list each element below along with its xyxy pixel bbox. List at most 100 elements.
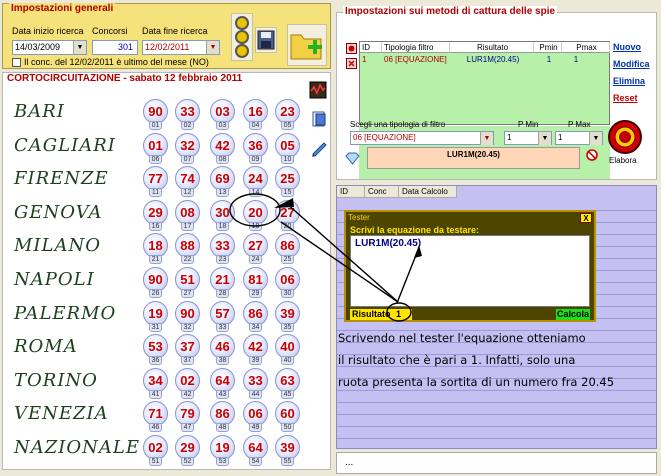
number-ball[interactable]: 60 50 [275, 401, 300, 433]
number-ball[interactable]: 02 51 [143, 435, 168, 466]
delete-row-icon[interactable] [346, 58, 357, 69]
number-ball[interactable]: 64 54 [243, 435, 268, 466]
pencil-icon[interactable] [310, 139, 328, 157]
number-ball[interactable]: 90 26 [143, 267, 168, 298]
ball-position: 26 [149, 289, 162, 298]
last-of-month-checkbox[interactable] [12, 58, 21, 67]
no-entry-icon[interactable] [586, 149, 598, 161]
start-date-field[interactable]: 14/03/2009 ▼ [12, 40, 87, 55]
col-pmin[interactable]: Pmin [534, 42, 562, 53]
delete-link[interactable]: Elimina [613, 76, 645, 86]
reset-link[interactable]: Reset [613, 93, 638, 103]
number-ball[interactable]: 39 55 [275, 435, 300, 466]
col-list-date[interactable]: Data Calcolo [399, 186, 457, 198]
chevron-down-icon[interactable]: ▼ [73, 41, 86, 54]
number-ball[interactable]: 69 13 [210, 166, 235, 198]
col-type[interactable]: Tipologia filtro [382, 42, 450, 53]
col-id[interactable]: ID [360, 42, 382, 53]
number-ball[interactable]: 02 42 [175, 367, 200, 399]
number-ball[interactable]: 86 34 [243, 300, 268, 332]
save-button[interactable] [255, 27, 277, 53]
chevron-down-icon[interactable]: ▼ [538, 132, 551, 145]
number-ball[interactable]: 27 20 [275, 199, 300, 231]
number-ball[interactable]: 88 22 [175, 233, 200, 265]
record-icon[interactable] [346, 43, 357, 54]
ball-position: 39 [249, 356, 262, 366]
close-button[interactable]: X [580, 213, 592, 223]
chevron-down-icon[interactable]: ▼ [206, 41, 219, 54]
process-button[interactable]: Elabora [606, 119, 644, 165]
number-ball[interactable]: 51 27 [175, 267, 200, 298]
ball-position: 27 [181, 289, 194, 298]
chart-icon[interactable] [309, 81, 327, 99]
number-ball[interactable]: 06 49 [243, 401, 268, 433]
number-ball[interactable]: 90 32 [175, 300, 200, 332]
number-ball[interactable]: 42 39 [243, 334, 268, 366]
col-pmax[interactable]: Pmax [562, 42, 610, 53]
filter-select[interactable]: 06 [EQUAZIONE] ▼ [350, 131, 494, 145]
number-ball[interactable]: 86 25 [275, 233, 300, 265]
number-ball[interactable]: 36 09 [243, 132, 268, 164]
number-ball[interactable]: 24 14 [243, 166, 268, 198]
ball-position: 28 [216, 289, 229, 298]
number-ball[interactable]: 90 01 [143, 99, 168, 130]
number-ball[interactable]: 33 44 [243, 367, 268, 399]
number-ball[interactable]: 53 36 [143, 334, 168, 366]
number-ball[interactable]: 30 18 [210, 199, 235, 231]
number-ball[interactable]: 19 53 [210, 435, 235, 466]
methods-table[interactable]: ID Tipologia filtro Risultato Pmin Pmax … [359, 41, 610, 125]
number-ball[interactable]: 34 41 [143, 367, 168, 399]
number-ball[interactable]: 57 33 [210, 300, 235, 332]
number-ball[interactable]: 29 16 [143, 199, 168, 231]
tester-dialog[interactable]: Tester X Scrivi la equazione da testare:… [344, 210, 596, 322]
number-ball[interactable]: 19 31 [143, 300, 168, 332]
number-ball[interactable]: 63 45 [275, 367, 300, 399]
number-ball[interactable]: 08 17 [175, 199, 200, 231]
number-ball[interactable]: 23 05 [275, 99, 300, 130]
number-ball[interactable]: 27 24 [243, 233, 268, 265]
number-ball[interactable]: 16 04 [243, 99, 268, 130]
number-ball[interactable]: 33 23 [210, 233, 235, 265]
add-folder-button[interactable] [287, 24, 327, 66]
number-ball[interactable]: 33 02 [175, 99, 200, 130]
number-ball[interactable]: 40 40 [275, 334, 300, 366]
pmin-select[interactable]: 1 ▼ [504, 131, 552, 145]
col-result[interactable]: Risultato [450, 42, 534, 53]
chevron-down-icon[interactable]: ▼ [480, 132, 493, 145]
end-date-field[interactable]: 12/02/2011 ▼ [142, 40, 220, 55]
edit-link[interactable]: Modifica [613, 59, 650, 69]
pmax-select[interactable]: 1 ▼ [555, 131, 603, 145]
number-ball[interactable]: 74 12 [175, 166, 200, 198]
number-ball[interactable]: 37 37 [175, 334, 200, 366]
number-ball[interactable]: 25 15 [275, 166, 300, 198]
number-ball[interactable]: 03 03 [210, 99, 235, 130]
bottom-status-box: ... [336, 452, 657, 474]
calculate-button[interactable]: Calcola [556, 309, 590, 320]
number-ball[interactable]: 77 11 [143, 166, 168, 198]
diamond-icon[interactable] [344, 152, 361, 165]
number-ball[interactable]: 32 07 [175, 132, 200, 164]
number-ball[interactable]: 86 48 [210, 401, 235, 433]
col-list-conc[interactable]: Conc [365, 186, 399, 198]
number-ball[interactable]: 21 28 [210, 267, 235, 298]
new-link[interactable]: Nuovo [613, 42, 641, 52]
number-ball[interactable]: 01 06 [143, 132, 168, 164]
number-ball[interactable]: 05 10 [275, 132, 300, 164]
number-ball[interactable]: 71 46 [143, 401, 168, 433]
number-ball[interactable]: 79 47 [175, 401, 200, 433]
chevron-down-icon[interactable]: ▼ [589, 132, 602, 145]
number-ball[interactable]: 64 43 [210, 367, 235, 399]
number-ball[interactable]: 29 52 [175, 435, 200, 466]
number-ball[interactable]: 81 29 [243, 267, 268, 298]
number-ball[interactable]: 06 30 [275, 267, 300, 298]
number-ball[interactable]: 46 38 [210, 334, 235, 366]
col-list-id[interactable]: ID [337, 186, 365, 198]
number-ball[interactable]: 18 21 [143, 233, 168, 265]
equation-input[interactable]: LUR1M(20.45) [350, 235, 590, 307]
number-ball[interactable]: 39 35 [275, 300, 300, 332]
number-ball[interactable]: 20 19 [243, 199, 268, 231]
count-field[interactable]: 301 [92, 40, 138, 55]
number-ball[interactable]: 42 08 [210, 132, 235, 164]
traffic-light-button[interactable] [231, 13, 253, 61]
pages-icon[interactable] [310, 110, 328, 128]
